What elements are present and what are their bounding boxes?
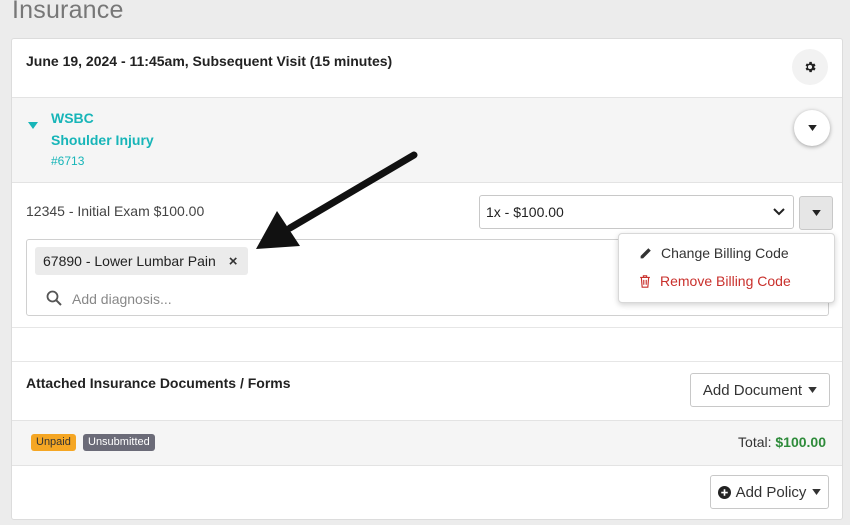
page-title: Insurance <box>12 0 124 24</box>
divider <box>12 327 842 328</box>
units-select-value: 1x - $100.00 <box>486 204 564 220</box>
collapse-toggle[interactable] <box>28 116 38 134</box>
pencil-icon <box>640 247 651 258</box>
total-label: Total: <box>738 434 772 450</box>
caret-down-icon <box>808 387 817 393</box>
visit-title: June 19, 2024 - 11:45am, Subsequent Visi… <box>26 53 393 69</box>
plus-circle-icon <box>717 485 731 499</box>
add-document-label: Add Document <box>702 381 803 399</box>
diagnosis-chip-label: 67890 - Lower Lumbar Pain <box>43 253 216 269</box>
case-name: Shoulder Injury <box>51 132 154 148</box>
add-document-button[interactable]: Add Document <box>690 373 830 407</box>
change-billing-code-item[interactable]: Change Billing Code <box>639 242 789 264</box>
units-select[interactable]: 1x - $100.00 <box>479 195 794 229</box>
policy-options-button[interactable] <box>794 110 830 146</box>
divider <box>12 361 842 362</box>
search-icon <box>46 290 62 306</box>
status-badge-unsubmitted: Unsubmitted <box>83 434 155 451</box>
status-badge-unpaid: Unpaid <box>31 434 76 451</box>
payer-name: WSBC <box>51 110 94 126</box>
change-billing-code-label: Change Billing Code <box>661 245 789 261</box>
status-row: Unpaid Unsubmitted Total: $100.00 <box>12 420 842 466</box>
add-policy-label: Add Policy <box>735 483 807 501</box>
caret-down-icon <box>811 210 821 216</box>
policy-row: WSBC Shoulder Injury #6713 <box>12 98 842 183</box>
billing-code-menu-button[interactable] <box>799 196 833 230</box>
documents-title: Attached Insurance Documents / Forms <box>26 375 291 391</box>
trash-icon <box>640 274 650 288</box>
total-amount: $100.00 <box>775 434 826 450</box>
diagnosis-input[interactable] <box>70 286 614 312</box>
billing-code-menu: Change Billing Code Remove Billing Code <box>618 233 835 303</box>
add-policy-button[interactable]: Add Policy <box>710 475 829 509</box>
chevron-down-icon <box>773 208 785 216</box>
insurance-card: June 19, 2024 - 11:45am, Subsequent Visi… <box>11 38 843 520</box>
diagnosis-chip: 67890 - Lower Lumbar Pain × <box>35 247 248 275</box>
total: Total: $100.00 <box>738 434 826 450</box>
caret-down-icon <box>28 122 38 129</box>
gear-icon <box>805 61 816 73</box>
remove-billing-code-label: Remove Billing Code <box>660 273 791 289</box>
remove-billing-code-item[interactable]: Remove Billing Code <box>639 270 791 292</box>
visit-header: June 19, 2024 - 11:45am, Subsequent Visi… <box>12 39 842 98</box>
billing-code-line: 12345 - Initial Exam $100.00 <box>26 203 205 219</box>
remove-diagnosis-icon[interactable]: × <box>229 253 238 270</box>
caret-down-icon <box>807 125 817 131</box>
caret-down-icon <box>812 489 822 495</box>
case-number: #6713 <box>51 154 85 168</box>
settings-button[interactable] <box>792 49 828 85</box>
